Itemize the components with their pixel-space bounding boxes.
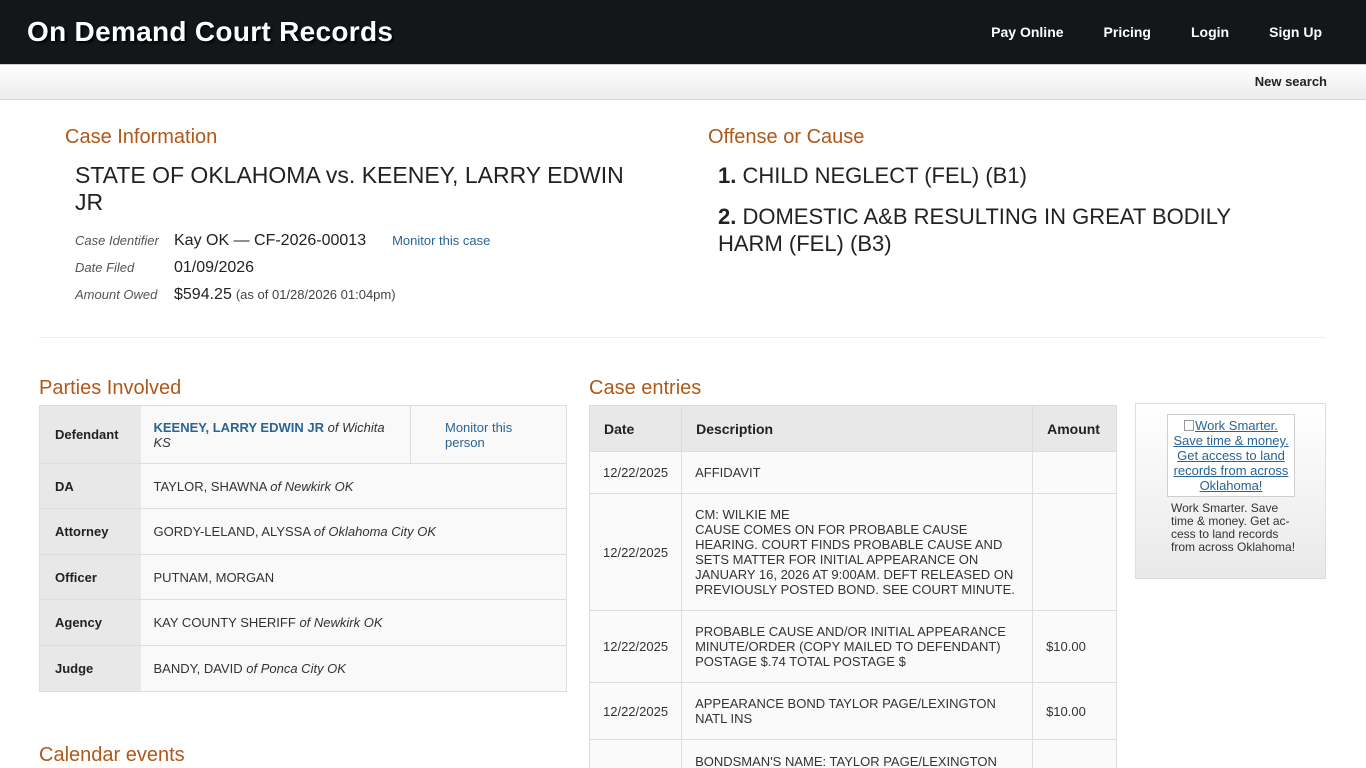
entry-description: APPEARANCE BOND TAYLOR PAGE/LEXINGTON NA…: [681, 682, 1033, 740]
party-cell: TAYLOR, SHAWNA of Newkirk OK: [140, 463, 567, 509]
entry-description: AFFIDAVIT: [681, 451, 1033, 494]
offense-number: 2.: [718, 204, 737, 229]
party-row: Judge BANDY, DAVID of Ponca City OK: [39, 645, 567, 692]
monitor-person-cell: Monitor this person: [410, 405, 567, 464]
offense-item: 1. CHILD NEGLECT (FEL) (B1): [718, 162, 1298, 189]
party-name: PUTNAM, MORGAN: [153, 569, 275, 585]
brand-logo[interactable]: On Demand Court Records: [27, 16, 393, 48]
ad-caption: Work Smarter. Save time & money. Get ac-…: [1171, 501, 1296, 554]
top-navbar: On Demand Court Records Pay Online Prici…: [0, 0, 1366, 64]
nav-sign-up[interactable]: Sign Up: [1269, 24, 1322, 40]
offense-text: DOMESTIC A&B RESULTING IN GREAT BODILY H…: [718, 204, 1231, 256]
parties-table: Defendant KEENEY, LARRY EDWIN JR of Wich…: [39, 405, 567, 692]
calendar-heading: Calendar events: [39, 744, 185, 766]
entry-date: 12/22/2025: [589, 451, 682, 494]
entry-date: [589, 739, 682, 768]
party-row: Officer PUTNAM, MORGAN: [39, 554, 567, 600]
entry-description: BONDSMAN'S NAME: TAYLOR PAGE/LEXINGTON: [681, 739, 1033, 768]
entries-header-row: Date Description Amount: [589, 405, 1117, 452]
party-name: TAYLOR, SHAWNA: [153, 478, 267, 494]
entry-amount: [1032, 451, 1117, 494]
date-filed-row: Date Filed 01/09/2026: [75, 259, 490, 286]
offense-number: 1.: [718, 163, 737, 188]
amount-owed-value: $594.25: [174, 286, 232, 303]
party-name: BANDY, DAVID: [153, 661, 243, 676]
entry-amount: $10.00: [1032, 682, 1117, 740]
offense-heading: Offense or Cause: [708, 126, 865, 148]
new-search-link[interactable]: New search: [1255, 74, 1327, 89]
entries-table: Date Description Amount 12/22/2025 AFFID…: [589, 405, 1117, 768]
col-date: Date: [589, 405, 682, 452]
party-role: Agency: [39, 599, 141, 646]
party-role: Attorney: [39, 508, 141, 555]
monitor-case-link[interactable]: Monitor this case: [392, 233, 490, 248]
entry-description: CM: WILKIE ME CAUSE COMES ON FOR PROBABL…: [681, 493, 1033, 611]
party-location: Oklahoma City OK: [328, 524, 437, 539]
party-cell: KEENEY, LARRY EDWIN JR of Wichita KS: [140, 405, 411, 464]
col-amount: Amount: [1032, 405, 1117, 452]
entry-date: 12/22/2025: [589, 493, 682, 611]
monitor-person-link[interactable]: Monitor this person: [424, 420, 553, 450]
case-info-heading: Case Information: [65, 126, 218, 148]
offense-text: CHILD NEGLECT (FEL) (B1): [742, 163, 1027, 188]
party-name: GORDY-LELAND, ALYSSA: [153, 524, 311, 539]
amount-owed-row: Amount Owed $594.25 (as of 01/28/2026 01…: [75, 286, 490, 313]
party-name: KAY COUNTY SHERIFF: [153, 615, 296, 630]
entry-date: 12/22/2025: [589, 682, 682, 740]
table-row: BONDSMAN'S NAME: TAYLOR PAGE/LEXINGTON: [589, 739, 1117, 768]
nav-pay-online[interactable]: Pay Online: [991, 24, 1063, 40]
party-cell: KAY COUNTY SHERIFF of Newkirk OK: [140, 599, 567, 646]
party-role: Officer: [39, 554, 141, 600]
nav-pricing[interactable]: Pricing: [1104, 24, 1151, 40]
party-of: of: [299, 615, 311, 630]
nav-login[interactable]: Login: [1191, 24, 1229, 40]
party-name-link[interactable]: KEENEY, LARRY EDWIN JR: [154, 420, 324, 435]
party-of: of: [327, 419, 339, 435]
party-of: of: [270, 478, 282, 494]
sub-navbar: New search: [0, 64, 1366, 100]
party-location: Newkirk OK: [313, 615, 383, 630]
party-role: DA: [39, 463, 141, 509]
entries-heading: Case entries: [589, 377, 702, 399]
table-row: 12/22/2025 AFFIDAVIT: [589, 451, 1117, 494]
party-row: DA TAYLOR, SHAWNA of Newkirk OK: [39, 463, 567, 509]
parties-heading: Parties Involved: [39, 377, 182, 399]
case-identifier-row: Case Identifier Kay OK — CF-2026-00013 M…: [75, 232, 490, 259]
ad-image-link[interactable]: Work Smarter. Save time & money. Get acc…: [1167, 414, 1295, 497]
section-divider: [39, 337, 1326, 338]
date-filed-value: 01/09/2026: [174, 259, 255, 276]
party-of: of: [246, 661, 258, 676]
table-row: 12/22/2025 CM: WILKIE ME CAUSE COMES ON …: [589, 493, 1117, 611]
top-nav: Pay Online Pricing Login Sign Up: [951, 0, 1322, 64]
party-role: Defendant: [39, 405, 141, 464]
ad-box: Work Smarter. Save time & money. Get acc…: [1135, 403, 1326, 579]
broken-image-icon: [1184, 420, 1195, 431]
party-location: Ponca City OK: [260, 661, 346, 676]
amount-owed-label: Amount Owed: [75, 287, 158, 302]
table-row: 12/22/2025 APPEARANCE BOND TAYLOR PAGE/L…: [589, 682, 1117, 740]
entry-amount: [1032, 493, 1117, 611]
table-row: 12/22/2025 PROBABLE CAUSE AND/OR INITIAL…: [589, 610, 1117, 683]
amount-owed-asof: (as of 01/28/2026 01:04pm): [235, 287, 396, 302]
party-cell: BANDY, DAVID of Ponca City OK: [140, 645, 567, 692]
entry-description: PROBABLE CAUSE AND/OR INITIAL APPEARANCE…: [681, 610, 1033, 683]
party-location: Newkirk OK: [284, 478, 354, 494]
entry-amount: [1032, 739, 1117, 768]
entry-date: 12/22/2025: [589, 610, 682, 683]
entry-amount: $10.00: [1032, 610, 1117, 683]
case-meta: Case Identifier Kay OK — CF-2026-00013 M…: [75, 232, 490, 313]
case-identifier-label: Case Identifier: [75, 233, 159, 248]
offense-item: 2. DOMESTIC A&B RESULTING IN GREAT BODIL…: [718, 203, 1298, 257]
party-role: Judge: [39, 645, 141, 692]
party-row: Agency KAY COUNTY SHERIFF of Newkirk OK: [39, 599, 567, 646]
case-title: STATE OF OKLAHOMA vs. KEENEY, LARRY EDWI…: [75, 162, 624, 215]
col-description: Description: [681, 405, 1033, 452]
date-filed-label: Date Filed: [75, 260, 135, 275]
party-cell: GORDY-LELAND, ALYSSA of Oklahoma City OK: [140, 508, 567, 555]
party-row: Attorney GORDY-LELAND, ALYSSA of Oklahom…: [39, 508, 567, 555]
party-of: of: [313, 524, 325, 539]
party-cell: PUTNAM, MORGAN: [140, 554, 567, 600]
party-row: Defendant KEENEY, LARRY EDWIN JR of Wich…: [39, 405, 567, 464]
case-identifier-value: Kay OK — CF-2026-00013: [174, 232, 367, 249]
